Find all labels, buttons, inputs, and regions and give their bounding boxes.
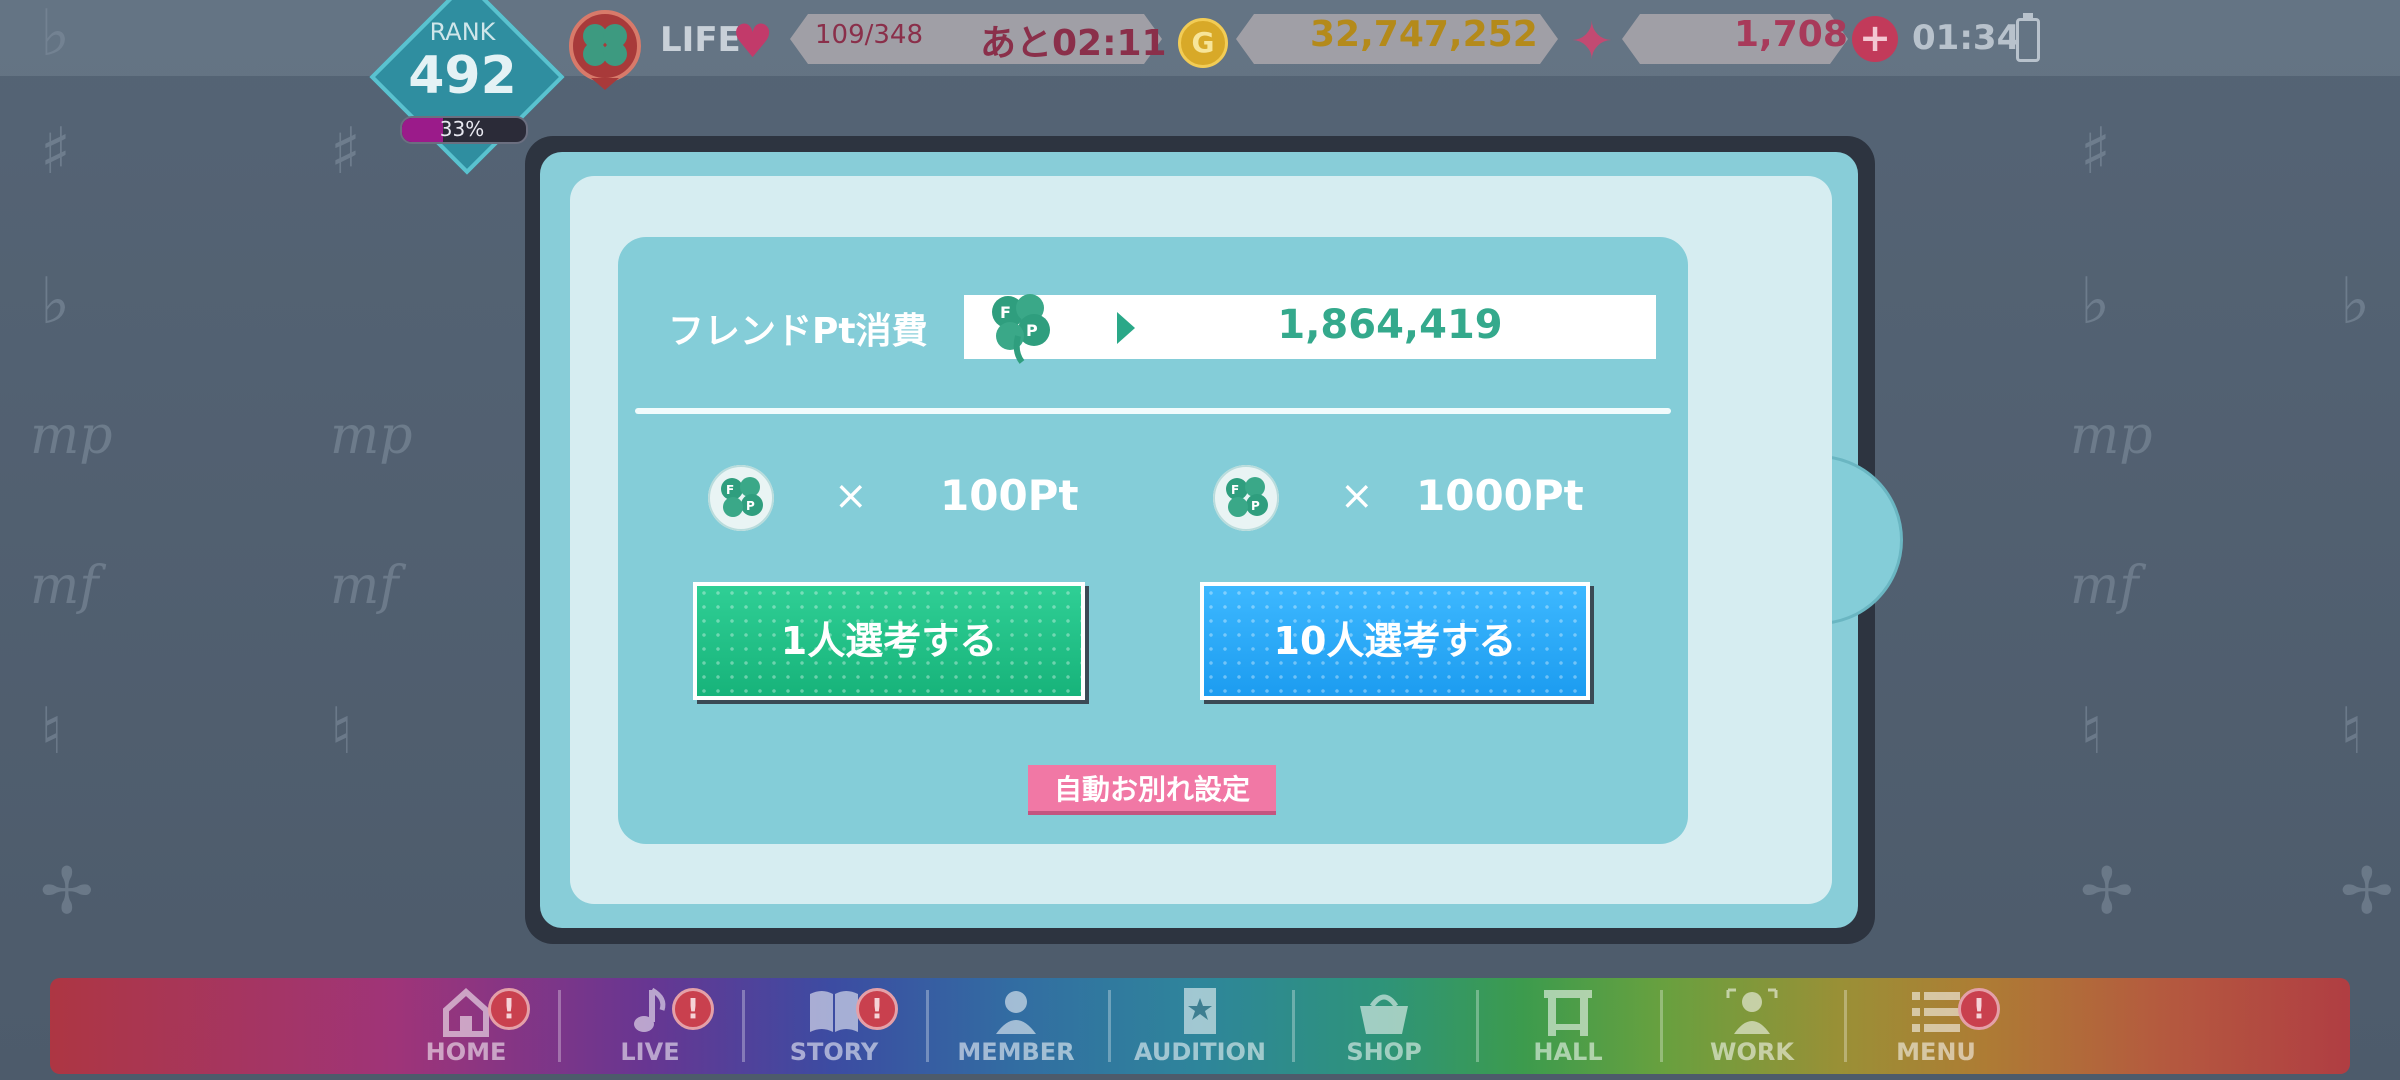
heart-icon: ♥ <box>732 14 774 68</box>
nav-story-label: STORY <box>789 1038 879 1066</box>
auto-farewell-settings-button[interactable]: 自動お別れ設定 <box>1028 765 1276 815</box>
rank-value: 492 <box>408 46 517 106</box>
music-note-icon <box>634 987 666 1032</box>
nav-work-label: WORK <box>1710 1038 1794 1066</box>
svg-text:F: F <box>1000 303 1011 322</box>
gold-coin-icon: G <box>1178 18 1228 68</box>
nav-member-label: MEMBER <box>957 1038 1075 1066</box>
nav-menu-label: MENU <box>1896 1038 1976 1066</box>
nav-audition-label: AUDITION <box>1134 1038 1266 1066</box>
divider <box>635 408 1671 414</box>
friend-pt-cost-label: フレンドPt消費 <box>668 311 928 352</box>
friend-point-coin-icon: F P <box>1213 465 1279 531</box>
scout-10-button[interactable]: 10人選考する <box>1200 582 1590 700</box>
battery-icon <box>2016 13 2040 62</box>
gold-value: 32,747,252 <box>1310 14 1538 55</box>
ten-cost: 1000Pt <box>1416 471 1584 520</box>
nav-member[interactable]: MEMBER <box>926 978 1106 1074</box>
life-value: 109/348 <box>815 20 924 50</box>
scout-1-button[interactable]: 1人選考する <box>693 582 1085 700</box>
life-timer: あと02:11 <box>980 23 1167 64</box>
nav-story[interactable]: STORY ! <box>744 978 924 1074</box>
menu-list-icon <box>1912 992 1960 1032</box>
alert-badge: ! <box>1958 988 2000 1030</box>
nav-work[interactable]: WORK <box>1662 978 1842 1074</box>
nav-shop[interactable]: SHOP <box>1294 978 1474 1074</box>
nav-live[interactable]: LIVE ! <box>560 978 740 1074</box>
single-cost: 100Pt <box>940 471 1079 520</box>
member-icon <box>996 991 1036 1034</box>
gem-star-icon: ✦ <box>1570 12 1614 72</box>
svg-text:F: F <box>726 483 734 497</box>
nav-hall[interactable]: HALL <box>1478 978 1658 1074</box>
svg-text:P: P <box>1026 321 1038 340</box>
times-sign: × <box>1340 473 1374 519</box>
friend-point-coin-icon: F P <box>708 465 774 531</box>
friend-pt-balance: 1,864,419 <box>1277 302 1503 348</box>
alert-badge: ! <box>672 988 714 1030</box>
nav-audition[interactable]: AUDITION <box>1110 978 1290 1074</box>
alert-badge: ! <box>856 988 898 1030</box>
nav-hall-label: HALL <box>1533 1038 1603 1066</box>
nav-shop-label: SHOP <box>1346 1038 1422 1066</box>
basket-icon <box>1360 994 1408 1034</box>
hall-stage-icon <box>1544 990 1592 1036</box>
gem-value: 1,708 <box>1734 14 1848 55</box>
rank-progress-text: 33% <box>439 117 485 141</box>
work-icon <box>1726 988 1778 1034</box>
life-label: LIFE <box>660 20 741 60</box>
arrow-right-icon <box>1117 312 1135 344</box>
home-icon <box>443 987 489 1037</box>
clover-emblem-icon <box>569 10 641 90</box>
svg-text:F: F <box>1231 483 1239 497</box>
add-gems-button[interactable]: + <box>1852 16 1898 62</box>
nav-menu[interactable]: MENU ! <box>1846 978 2026 1074</box>
book-icon <box>810 991 858 1032</box>
svg-text:P: P <box>1251 499 1260 513</box>
nav-home[interactable]: HOME ! <box>376 978 556 1074</box>
alert-badge: ! <box>488 988 530 1030</box>
rank-label: RANK <box>429 18 496 46</box>
nav-live-label: LIVE <box>620 1038 680 1066</box>
clock: 01:34 <box>1912 18 2021 58</box>
audition-card-icon <box>1184 988 1216 1034</box>
svg-text:P: P <box>746 499 755 513</box>
friend-point-clover-icon: F P <box>992 294 1050 364</box>
nav-home-label: HOME <box>425 1038 507 1066</box>
times-sign: × <box>834 473 868 519</box>
